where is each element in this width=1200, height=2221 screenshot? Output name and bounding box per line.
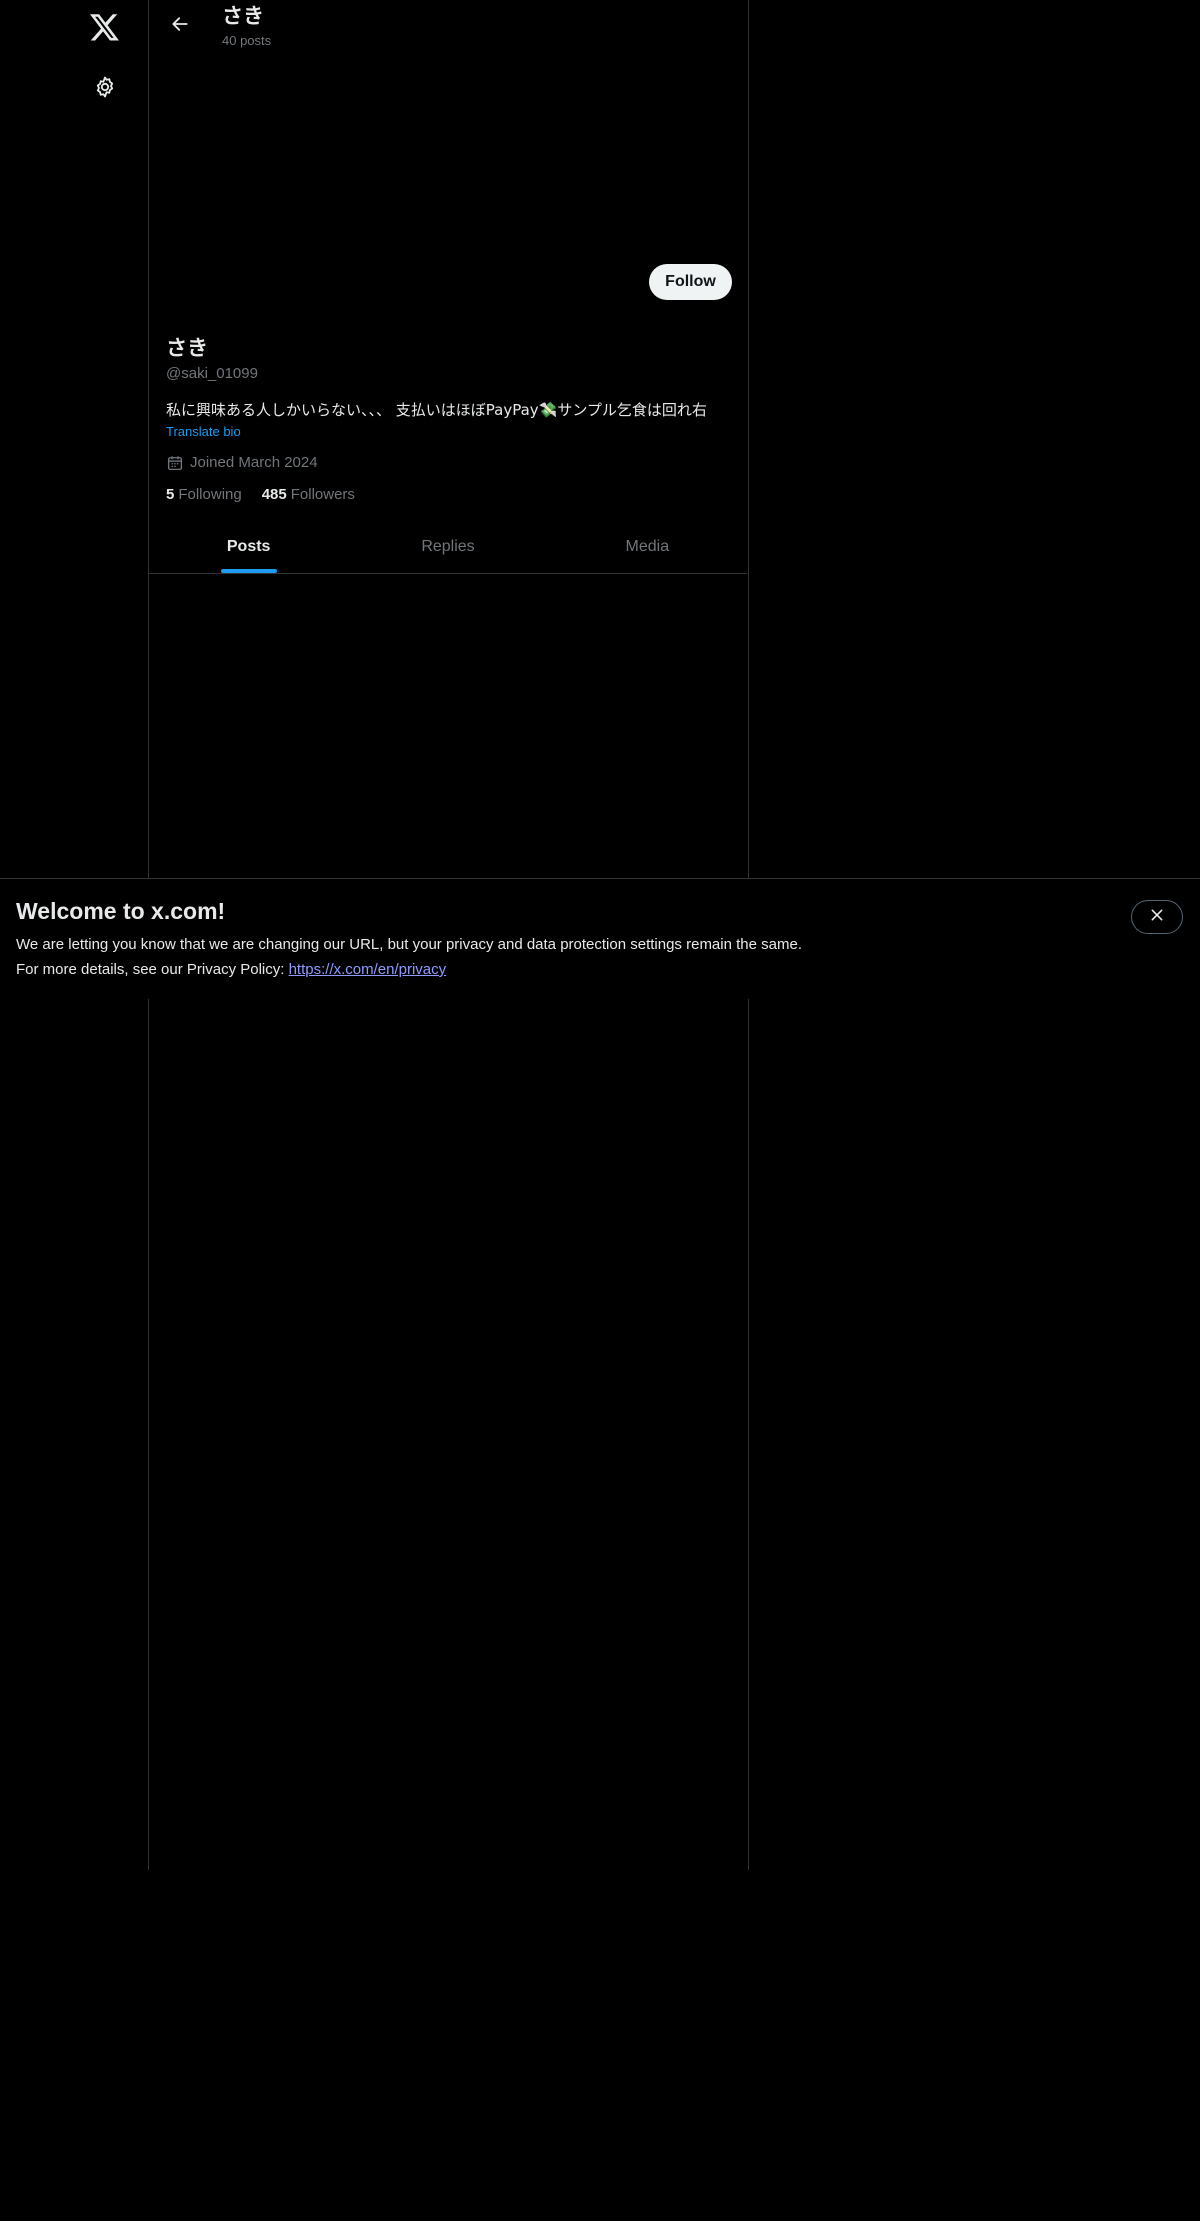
banner-privacy-line: For more details, see our Privacy Policy… bbox=[16, 960, 446, 980]
banner-privacy-prefix: For more details, see our Privacy Policy… bbox=[16, 961, 289, 978]
tab-replies[interactable]: Replies bbox=[348, 520, 547, 573]
joined-date: Joined March 2024 bbox=[166, 453, 318, 473]
banner-title: Welcome to x.com! bbox=[16, 898, 226, 924]
active-tab-indicator bbox=[220, 569, 277, 573]
profile-name: さき bbox=[166, 337, 208, 360]
x-logo-icon[interactable] bbox=[80, 3, 130, 53]
followers-count: 485 bbox=[261, 486, 287, 503]
following-label: Following bbox=[178, 486, 242, 503]
following-link[interactable]: 5 Following bbox=[166, 485, 242, 505]
profile-handle: @saki_01099 bbox=[166, 365, 258, 382]
follow-button[interactable]: Follow bbox=[649, 264, 732, 300]
follow-stats: 5 Following 485 Followers bbox=[166, 485, 355, 505]
followers-link[interactable]: 485 Followers bbox=[262, 485, 355, 505]
banner-close-button[interactable] bbox=[1131, 900, 1183, 934]
tab-label: Replies bbox=[421, 537, 475, 555]
profile-header: さき 40 posts bbox=[149, 0, 747, 53]
tab-media[interactable]: Media bbox=[548, 520, 747, 573]
tab-label: Media bbox=[625, 537, 670, 555]
followers-label: Followers bbox=[290, 486, 355, 503]
calendar-icon bbox=[166, 454, 184, 472]
tab-label: Posts bbox=[226, 537, 271, 555]
privacy-policy-link[interactable]: https://x.com/en/privacy bbox=[289, 961, 447, 978]
profile-bio: 私に興味ある人しかいらない、、、 支払いはほぼPayPay💸サンプル乞食は回れ右 bbox=[166, 401, 707, 419]
translate-bio-link[interactable]: Translate bio bbox=[166, 423, 241, 441]
joined-text: Joined March 2024 bbox=[190, 454, 318, 471]
profile-tabs: Posts Replies Media bbox=[149, 520, 747, 574]
close-icon bbox=[1149, 907, 1165, 928]
header-post-count: 40 posts bbox=[222, 33, 272, 48]
banner-message: We are letting you know that we are chan… bbox=[16, 936, 802, 953]
following-count: 5 bbox=[166, 486, 175, 503]
back-button[interactable] bbox=[161, 7, 199, 45]
gear-icon[interactable] bbox=[80, 62, 130, 112]
welcome-banner: Welcome to x.com! We are letting you kno… bbox=[0, 878, 1200, 999]
arrow-left-icon bbox=[170, 14, 190, 39]
header-title: さき bbox=[222, 5, 264, 28]
tab-posts[interactable]: Posts bbox=[149, 520, 348, 573]
